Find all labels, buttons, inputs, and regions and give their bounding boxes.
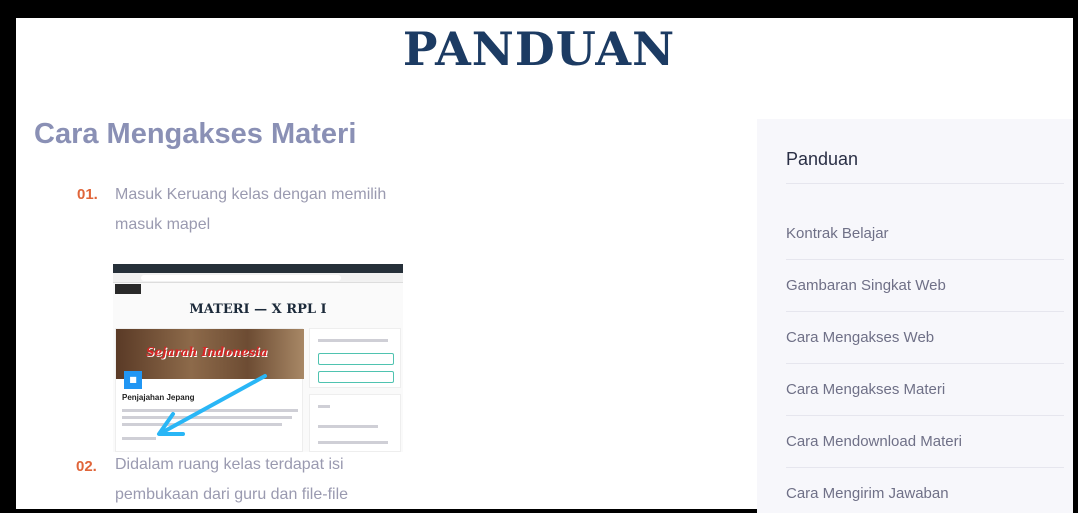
sidebar-item-cara-mengakses-materi[interactable]: Cara Mengakses Materi (786, 381, 945, 398)
sidebar-divider (786, 467, 1064, 468)
arrow-icon (157, 374, 267, 436)
sidebar-title: Panduan (786, 149, 859, 169)
materi-screenshot: MATERI — X RPL I Sejarah Indonesia ■ Pen… (113, 264, 403, 452)
sidebar-divider (786, 183, 1064, 184)
sidebar-divider (786, 363, 1064, 364)
sidebar-item-gambaran-singkat-web[interactable]: Gambaran Singkat Web (786, 277, 946, 294)
sidebar-divider (786, 311, 1064, 312)
frame-top-border (0, 0, 1078, 18)
sidebar-item-kontrak-belajar[interactable]: Kontrak Belajar (786, 225, 889, 242)
step-text: Didalam ruang kelas terdapat isi pembuka… (115, 456, 349, 503)
step-text: Masuk Keruang kelas dengan memilih masuk… (115, 186, 387, 233)
section-heading: Cara Mengakses Materi (34, 118, 357, 150)
frame-left-border (0, 0, 16, 513)
frame-right-border (1073, 0, 1078, 513)
sidebar: Panduan Kontrak Belajar Gambaran Singkat… (757, 119, 1073, 513)
sidebar-divider (786, 415, 1064, 416)
sidebar-divider (786, 259, 1064, 260)
step-number: 01. (77, 186, 98, 203)
sidebar-item-cara-mengirim-jawaban[interactable]: Cara Mengirim Jawaban (786, 485, 949, 502)
step-number: 02. (76, 458, 97, 475)
page-title: PANDUAN (402, 22, 676, 76)
sidebar-item-cara-mengakses-web[interactable]: Cara Mengakses Web (786, 329, 934, 346)
sidebar-item-cara-mendownload-materi[interactable]: Cara Mendownload Materi (786, 433, 962, 450)
